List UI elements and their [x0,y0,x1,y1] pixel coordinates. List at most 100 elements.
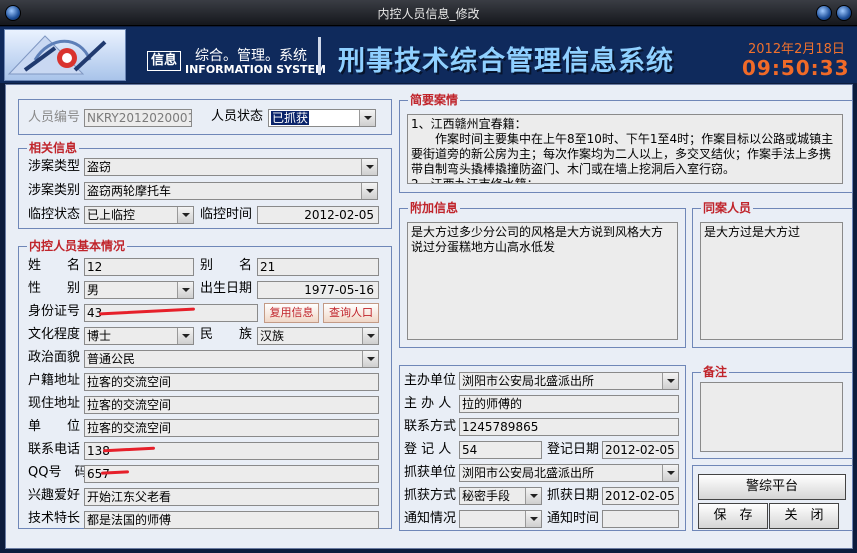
education-select[interactable]: 博士 [84,327,194,345]
chevron-down-icon[interactable] [177,282,193,298]
chevron-down-icon[interactable] [662,465,678,481]
chevron-down-icon[interactable] [362,328,378,344]
status-select[interactable]: 已抓获 [268,109,376,127]
registrar-field[interactable]: 54 [459,441,542,459]
accomplices-text[interactable]: 是大方过是大方过 [700,222,843,340]
contact-field[interactable]: 1245789865 [459,418,679,436]
capture-unit-select[interactable]: 浏阳市公安局北盛派出所 [459,464,679,482]
close-button[interactable]: 关 闭 [769,503,839,529]
id-group: 人员编号 NKRY2012020001 人员状态 已抓获 [18,99,392,135]
unit-field[interactable]: 拉客的交流空间 [84,419,379,437]
query-population-button[interactable]: 查询人口 [323,303,379,323]
chevron-down-icon[interactable] [177,207,193,223]
capture-date-field[interactable]: 2012-02-05 [602,487,679,505]
host-unit-value: 浏阳市公安局北盛派出所 [462,374,595,388]
remark-text[interactable] [700,382,843,452]
alias-field[interactable]: 21 [257,258,379,276]
chevron-down-icon[interactable] [662,373,678,389]
summary-legend: 简要案情 [408,93,461,107]
hobby-field[interactable]: 开始江东父老看 [84,488,379,506]
case-category-select[interactable]: 盗窃两轮摩托车 [84,182,378,200]
header-banner: 信息 综合。管理。系统 INFORMATION SYSTEM 刑事技术综合管理信… [0,27,857,83]
chevron-down-icon[interactable] [525,511,541,527]
political-value: 普通公民 [87,352,136,366]
current-time: 09:50:33 [742,56,850,80]
chevron-down-icon[interactable] [361,183,377,199]
save-button[interactable]: 保 存 [698,503,768,529]
police-platform-button[interactable]: 警综平台 [698,474,846,500]
remark-group: 备注 [692,365,853,459]
edu-label: 文化程度 [28,327,81,342]
nation-select[interactable]: 汉族 [257,327,379,345]
remark-legend: 备注 [701,365,730,379]
title-bar[interactable]: 内控人员信息_修改 [0,0,857,26]
qq-field[interactable]: 657 [84,465,379,483]
chevron-down-icon[interactable] [359,110,375,126]
capture-unit-value: 浏阳市公安局北盛派出所 [462,466,595,480]
case-summary-group: 简要案情 1、江西赣州宜春籍： 作案时间主要集中在上午8至10时、下午1至4时；… [399,93,853,193]
capture-unit-label: 抓获单位 [404,465,457,480]
name-label: 姓 名 [28,258,81,273]
basic-info-group: 内控人员基本情况 姓 名 12 别 名 21 性 别 男 出生日期 1977-0… [18,239,392,529]
info-tagline: 综合。管理。系统 [195,48,307,64]
extra-legend: 附加信息 [408,201,461,215]
political-label: 政治面貌 [28,350,81,365]
case-type-select[interactable]: 盗窃 [84,158,378,176]
ctrl-status-value: 已上临控 [87,208,136,222]
extra-info-text[interactable]: 是大方过多少分公司的风格是大方说到风格大方说过分蛋糕地方山高水低发 [407,222,678,340]
skill-field[interactable]: 都是法国的师傅 [84,511,379,529]
info-short: 信息 [147,51,181,71]
minimize-icon[interactable] [816,5,832,21]
case-type-label: 涉案类型 [28,159,81,174]
sex-select[interactable]: 男 [84,281,194,299]
host-unit-label: 主办单位 [404,373,457,388]
addr-label: 现住地址 [28,396,81,411]
capture-date-label: 抓获日期 [547,488,600,503]
ctrl-time-label: 临控时间 [200,207,253,222]
idno-label: 身份证号 [28,304,81,319]
ctrl-status-select[interactable]: 已上临控 [84,206,194,224]
handling-group: 主办单位 浏阳市公安局北盛派出所 主 办 人 拉的师傅的 联系方式 124578… [399,365,686,531]
notify-select[interactable] [459,510,542,528]
notify-time-label: 通知时间 [547,511,600,526]
hobby-label: 兴趣爱好 [28,488,81,503]
chevron-down-icon[interactable] [362,351,378,367]
capture-method-select[interactable]: 秘密手段 [459,487,542,505]
action-buttons-group: 警综平台 保 存 关 闭 [692,465,853,531]
host-person-field[interactable]: 拉的师傅的 [459,395,679,413]
huji-field[interactable]: 拉客的交流空间 [84,373,379,391]
case-summary-text[interactable]: 1、江西赣州宜春籍： 作案时间主要集中在上午8至10时、下午1至4时；作案目标以… [407,114,843,184]
accomplices-group: 同案人员 是大方过是大方过 [692,201,853,348]
ctrl-time-field[interactable]: 2012-02-05 [257,206,379,224]
contact-label: 联系方式 [404,419,457,434]
political-select[interactable]: 普通公民 [84,350,379,368]
same-legend: 同案人员 [701,201,754,215]
status-value: 已抓获 [271,111,310,125]
edu-value: 博士 [87,329,112,343]
nation-value: 汉族 [260,329,285,343]
unit-label: 单 位 [28,419,81,434]
info-english: INFORMATION SYSTEM [185,63,326,76]
birth-field[interactable]: 1977-05-16 [257,281,379,299]
capture-method-value: 秘密手段 [462,489,511,503]
reg-date-label: 登记日期 [547,442,600,457]
form-body: 人员编号 NKRY2012020001 人员状态 已抓获 相关信息 涉案类型 盗… [5,84,853,549]
chevron-down-icon[interactable] [525,488,541,504]
host-unit-select[interactable]: 浏阳市公安局北盛派出所 [459,372,679,390]
notify-label: 通知情况 [404,511,457,526]
close-icon[interactable] [836,5,852,21]
address-field[interactable]: 拉客的交流空间 [84,396,379,414]
related-info-group: 相关信息 涉案类型 盗窃 涉案类别 盗窃两轮摩托车 临控状态 已上临控 临控时间… [18,141,392,229]
chevron-down-icon[interactable] [177,328,193,344]
basic-legend: 内控人员基本情况 [27,239,128,253]
notify-time-field[interactable] [602,510,679,528]
person-id-field[interactable]: NKRY2012020001 [84,109,192,127]
reg-date-field[interactable]: 2012-02-05 [602,441,679,459]
name-field[interactable]: 12 [84,258,194,276]
chevron-down-icon[interactable] [361,159,377,175]
logo-image [4,29,126,81]
case-cat-value: 盗窃两轮摩托车 [87,184,172,198]
banner-divider [318,37,321,75]
reuse-info-button[interactable]: 复用信息 [264,303,319,323]
capture-method-label: 抓获方式 [404,488,457,503]
